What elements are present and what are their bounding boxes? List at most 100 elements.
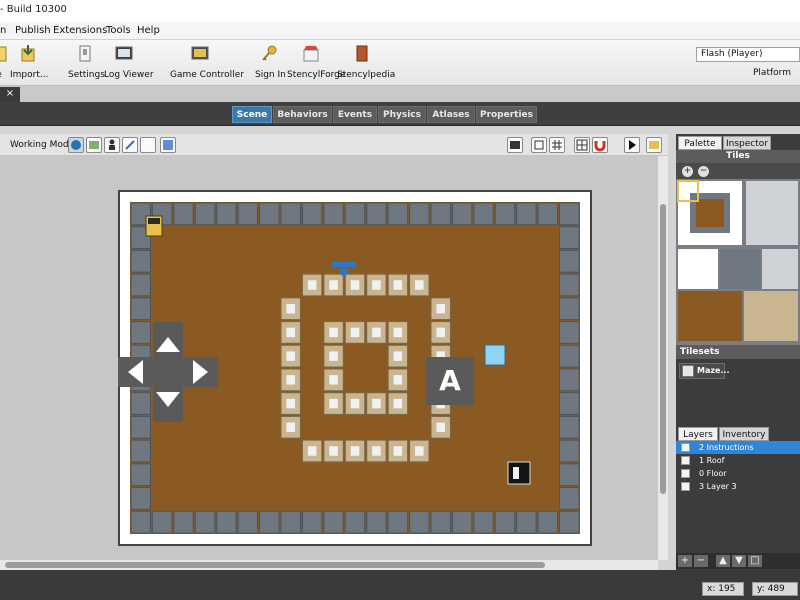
- tab-atlases[interactable]: Atlases: [427, 106, 475, 123]
- wall-tile: [173, 510, 194, 534]
- close-tab-button[interactable]: ×: [0, 87, 20, 102]
- wall-tile: [473, 510, 494, 534]
- menu-help[interactable]: Help: [137, 25, 160, 36]
- stencylforge-button[interactable]: StencylForge: [287, 44, 345, 80]
- a-button-overlay[interactable]: A: [426, 357, 474, 405]
- tab-palette[interactable]: Palette: [678, 136, 722, 150]
- maze-block: [280, 321, 301, 344]
- tilesets-header: Tilesets: [676, 345, 800, 359]
- stencylpedia-button[interactable]: Stencylpedia: [337, 44, 395, 80]
- scene-canvas[interactable]: A: [0, 156, 658, 560]
- menu-file[interactable]: n: [0, 25, 6, 36]
- layer-row[interactable]: 2 Instructions: [676, 441, 800, 454]
- main-toolbar: e Import... Settings Log Viewer Game Con…: [0, 40, 800, 86]
- rect-icon[interactable]: [531, 137, 547, 153]
- sign-in-button[interactable]: Sign In: [255, 44, 286, 80]
- layer-row[interactable]: 3 Layer 3: [676, 480, 800, 493]
- grid-icon[interactable]: [549, 137, 565, 153]
- wall-tile: [387, 510, 409, 534]
- image-export-icon[interactable]: [646, 137, 662, 153]
- move-layer-up-button[interactable]: ▲: [716, 555, 730, 567]
- status-bar: x: 195 y: 489: [0, 570, 800, 600]
- wall-tile: [130, 249, 151, 273]
- tiles-header: Tiles: [676, 150, 800, 163]
- maze-block: [323, 439, 344, 463]
- magnet-icon[interactable]: [592, 137, 608, 153]
- wall-tile: [559, 439, 580, 463]
- target-select[interactable]: Flash (Player): [696, 47, 800, 62]
- maze-block: [366, 321, 387, 344]
- tab-physics[interactable]: Physics: [378, 106, 426, 123]
- move-layer-down-button[interactable]: ▼: [732, 555, 746, 567]
- tab-inspector[interactable]: Inspector: [723, 136, 771, 150]
- wall-tile: [237, 202, 259, 226]
- wall-tile: [559, 273, 580, 297]
- tab-properties[interactable]: Properties: [476, 106, 537, 123]
- layer-row[interactable]: 0 Floor: [676, 467, 800, 480]
- settings-button[interactable]: Settings: [68, 44, 105, 80]
- wall-tile: [387, 202, 409, 226]
- pencil-icon[interactable]: [122, 137, 138, 153]
- maze-block: [366, 439, 387, 463]
- goal-tile[interactable]: [484, 344, 506, 366]
- maze-block: [323, 344, 344, 368]
- log-viewer-button[interactable]: Log Viewer: [104, 44, 154, 80]
- layer-row[interactable]: 1 Roof: [676, 454, 800, 467]
- globe-icon[interactable]: [68, 137, 84, 153]
- tile-grid-icon[interactable]: [574, 137, 590, 153]
- wall-tile: [130, 487, 151, 510]
- wall-tile: [173, 202, 194, 226]
- exit-door[interactable]: [507, 461, 531, 485]
- layer-options-button[interactable]: □: [748, 555, 762, 567]
- zoom-in-button[interactable]: +: [682, 166, 693, 177]
- layers-list: 2 Instructions 1 Roof 0 Floor 3 Layer 3: [676, 441, 800, 553]
- tab-behaviors[interactable]: Behaviors: [273, 106, 332, 123]
- wall-tile: [559, 415, 580, 439]
- import-button[interactable]: Import...: [10, 44, 48, 80]
- scene-horizontal-scrollbar[interactable]: [0, 560, 658, 570]
- tileset-item[interactable]: Maze...: [679, 363, 730, 379]
- wall-tile: [516, 202, 537, 226]
- wall-tile: [451, 510, 473, 534]
- play-icon[interactable]: [624, 137, 640, 153]
- tab-scene[interactable]: Scene: [232, 106, 272, 123]
- screen-icon[interactable]: [507, 137, 523, 153]
- layer-icon: [681, 443, 690, 452]
- store-icon: [303, 46, 319, 62]
- create-button[interactable]: e: [0, 44, 7, 80]
- menu-tools[interactable]: Tools: [106, 25, 131, 36]
- wall-tile: [130, 439, 151, 463]
- dpad-overlay[interactable]: [118, 322, 238, 422]
- scene-vertical-scrollbar[interactable]: [658, 156, 668, 560]
- tab-inventory[interactable]: Inventory: [719, 427, 769, 441]
- tile-palette[interactable]: [676, 179, 800, 345]
- tab-events[interactable]: Events: [333, 106, 377, 123]
- menu-bar: n Publish Extensions Tools Help: [0, 22, 800, 40]
- maze-block: [387, 392, 409, 415]
- remove-layer-button[interactable]: −: [694, 555, 708, 567]
- game-controller-icon: [191, 46, 209, 60]
- add-layer-button[interactable]: +: [678, 555, 692, 567]
- game-controller-button[interactable]: Game Controller: [170, 44, 244, 80]
- actor-icon[interactable]: [104, 137, 120, 153]
- scroll-thumb[interactable]: [5, 562, 545, 568]
- wall-tile: [344, 202, 366, 226]
- maze-block: [280, 392, 301, 415]
- wall-tile: [473, 202, 494, 226]
- color-icon[interactable]: [160, 137, 176, 153]
- maze-block: [366, 273, 387, 297]
- zoom-out-button[interactable]: −: [698, 166, 709, 177]
- menu-publish[interactable]: Publish: [15, 25, 51, 36]
- blank-icon[interactable]: [140, 137, 156, 153]
- maze-block: [344, 273, 366, 297]
- wall-tile: [409, 510, 430, 534]
- wall-tile: [344, 510, 366, 534]
- menu-extensions[interactable]: Extensions: [53, 25, 107, 36]
- scroll-thumb[interactable]: [660, 204, 666, 494]
- player-actor[interactable]: [145, 215, 163, 237]
- tab-layers[interactable]: Layers: [678, 427, 718, 441]
- maze-block: [430, 415, 451, 439]
- maze-block: [387, 368, 409, 392]
- image-icon[interactable]: [86, 137, 102, 153]
- layer-icon: [681, 482, 690, 491]
